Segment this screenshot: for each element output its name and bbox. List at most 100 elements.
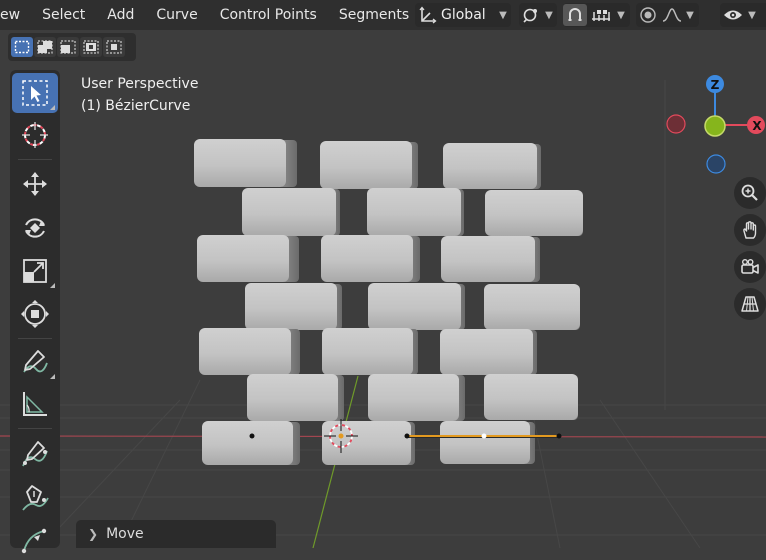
brick[interactable]	[322, 328, 418, 375]
toolbar-separator	[18, 428, 52, 429]
tool-options-indicator	[50, 105, 55, 110]
select-box-tool[interactable]	[12, 73, 58, 113]
last-operator-label: Move	[106, 526, 144, 542]
mode-extend-selection[interactable]	[34, 37, 56, 57]
hand-icon	[743, 221, 757, 239]
cursor-tool-icon	[22, 122, 48, 148]
annotate-tool[interactable]	[12, 342, 58, 382]
pen-tool-icon	[22, 485, 49, 511]
pan-button[interactable]	[734, 214, 766, 246]
rotate-tool-icon	[25, 218, 45, 238]
grid-icon	[741, 296, 759, 312]
snap-toggle[interactable]	[563, 4, 587, 26]
brick[interactable]	[440, 329, 537, 375]
snapping-group: ▼	[563, 3, 630, 27]
brick[interactable]	[242, 188, 340, 236]
navigation-gizmo[interactable]: Z X	[666, 75, 765, 174]
toolbar-separator	[18, 338, 52, 339]
falloff-button[interactable]	[660, 4, 684, 26]
gizmo-y[interactable]	[704, 115, 726, 137]
menu-add[interactable]: Add	[96, 7, 145, 23]
brick-wall[interactable]	[194, 139, 583, 465]
gizmo-z-label: Z	[711, 78, 720, 92]
brick[interactable]	[440, 421, 535, 464]
mode-new-selection[interactable]	[11, 37, 33, 57]
brick[interactable]	[202, 421, 300, 465]
proportional-editing-toggle[interactable]	[636, 4, 660, 26]
falloff-curve-icon	[662, 8, 682, 22]
control-point-selected[interactable]	[481, 433, 487, 439]
brick[interactable]	[368, 374, 465, 421]
menu-control-points[interactable]: Control Points	[209, 7, 328, 23]
mode-subtract-selection[interactable]	[57, 37, 79, 57]
brick[interactable]	[367, 188, 464, 236]
select-new-icon	[14, 40, 30, 54]
chevron-down-icon: ▼	[617, 9, 625, 21]
brick[interactable]	[199, 328, 300, 375]
gizmo-x-label: X	[752, 119, 762, 133]
selection-mode-bar	[8, 33, 136, 61]
select-intersect-icon	[106, 40, 122, 54]
control-point[interactable]	[249, 433, 255, 439]
menu-select[interactable]: Select	[31, 7, 96, 23]
menu-view[interactable]: ew	[0, 7, 31, 23]
zoom-icon	[741, 184, 758, 201]
gizmo-neg-z[interactable]	[706, 154, 726, 174]
rotate-tool[interactable]	[12, 208, 58, 248]
select-extend-icon	[37, 40, 53, 54]
menu-segments[interactable]: Segments	[328, 7, 420, 23]
control-point[interactable]	[404, 433, 410, 439]
perspective-toggle-button[interactable]	[734, 288, 766, 320]
brick[interactable]	[485, 190, 583, 236]
transform-orientation-dropdown[interactable]: Global ▼	[415, 3, 511, 27]
3d-viewport[interactable]: Z X User Perspective (1) BézierCurve ew …	[0, 0, 766, 554]
curve-radius-tool[interactable]	[12, 520, 58, 560]
brick[interactable]	[197, 235, 299, 282]
view-name: User Perspective	[81, 76, 199, 92]
pivot-point-dropdown[interactable]: ▼	[519, 3, 557, 27]
last-operator-panel[interactable]: ❯ Move	[76, 520, 276, 548]
brick[interactable]	[484, 374, 578, 420]
camera-icon	[741, 259, 759, 274]
select-box-tool-icon	[22, 80, 48, 106]
brick[interactable]	[247, 374, 344, 421]
snap-icon	[568, 8, 582, 21]
draw-curve-tool[interactable]	[12, 434, 58, 474]
brick[interactable]	[443, 143, 541, 189]
select-subtract-icon	[60, 40, 76, 54]
brick[interactable]	[194, 139, 297, 187]
viewport-header: ew Select Add Curve Control Points Segme…	[0, 0, 766, 30]
control-point[interactable]	[556, 433, 562, 439]
scale-tool[interactable]	[12, 251, 58, 291]
gizmo-neg-x[interactable]	[666, 114, 686, 134]
brick[interactable]	[322, 421, 415, 465]
brick[interactable]	[321, 235, 420, 282]
pen-tool[interactable]	[12, 478, 58, 518]
zoom-button[interactable]	[734, 177, 766, 209]
measure-tool[interactable]	[12, 384, 58, 424]
draw-curve-tool-icon	[22, 441, 48, 467]
proportional-editing-icon	[640, 7, 656, 23]
brick[interactable]	[441, 236, 540, 282]
brick[interactable]	[245, 283, 342, 330]
transform-orientation-label: Global	[441, 7, 486, 23]
orientation-axes-icon	[415, 6, 441, 24]
mode-intersect-selection[interactable]	[103, 37, 125, 57]
tool-options-indicator	[50, 283, 55, 288]
transform-tool-icon	[21, 300, 49, 328]
chevron-right-icon[interactable]: ❯	[88, 527, 98, 541]
cursor-tool[interactable]	[12, 115, 58, 155]
toolbar-separator	[18, 159, 52, 160]
measure-tool-icon	[23, 392, 47, 416]
overlays-dropdown[interactable]: ▼	[720, 3, 766, 27]
mode-invert-selection[interactable]	[80, 37, 102, 57]
brick[interactable]	[368, 283, 465, 330]
transform-tool[interactable]	[12, 294, 58, 334]
camera-view-button[interactable]	[734, 251, 766, 283]
move-tool[interactable]	[12, 164, 58, 204]
menu-curve[interactable]: Curve	[145, 7, 208, 23]
snap-target-button[interactable]	[587, 4, 615, 26]
brick[interactable]	[320, 141, 418, 189]
scale-tool-icon	[23, 259, 47, 283]
brick[interactable]	[484, 284, 580, 330]
